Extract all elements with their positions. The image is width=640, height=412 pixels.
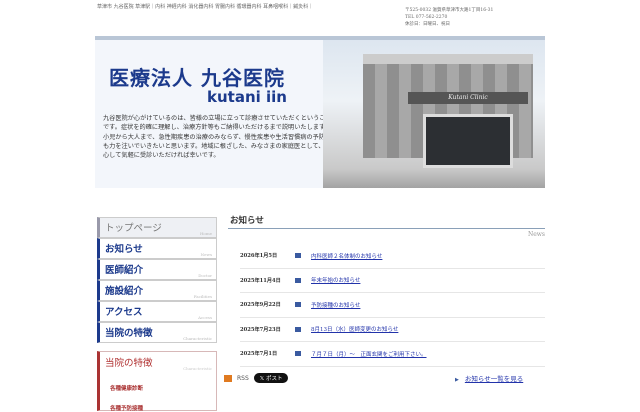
feature-link-checkup[interactable]: 各種健康診断 [110,384,143,392]
banner: 医療法人 九谷医院 kutani iin 九谷医院が心がけているのは、皆様の立場… [95,36,545,188]
news-link[interactable]: ７月７日（月）～ 正面玄関をご利用下さい。 [311,350,427,358]
news-more-label: お知らせ一覧を見る [464,375,524,383]
clinic-info: 〒525-0032 滋賀県草津市大路1丁目16-31 TEL 077-562-2… [405,7,493,28]
nav-sublabel: Home [199,231,212,236]
news-date: 2026年1月5日 [240,253,278,260]
nav-facilities[interactable]: 施設紹介 Facilities [97,280,217,301]
nav-sublabel: Doctor [198,273,212,278]
nav-sublabel: News [200,252,212,257]
news-item: 2025年11月4日 年末年始のお知らせ [240,269,545,293]
news-item: 2025年9月22日 予防接種のお知らせ [240,293,545,318]
news-more-link[interactable]: ▶ お知らせ一覧を見る [455,373,523,383]
nav-news[interactable]: お知らせ News [97,238,217,259]
nav-sublabel: Facilities [193,294,212,299]
news-subheading: News [527,231,545,238]
nav-label: アクセス [105,307,143,318]
nav-label: 医師紹介 [105,265,144,276]
news-section: お知らせ News 2026年1月5日 内科医師２名体制のお知らせ 2025年11… [228,214,545,367]
news-item: 2026年1月5日 内科医師２名体制のお知らせ [240,244,545,269]
nav-access[interactable]: アクセス Access [97,301,217,322]
news-item: 2025年7月23日 8月13日（水）医師変更のお知らせ [240,318,545,342]
nav-home[interactable]: トップページ Home [97,217,217,238]
nav-sublabel: Characteristic [183,336,212,341]
logo-title[interactable]: 医療法人 九谷医院 [109,62,285,91]
clinic-photo: Kutani Clinic [323,40,545,188]
entrance-image [423,114,513,168]
nav-doctor[interactable]: 医師紹介 Doctor [97,259,217,280]
nav-label: 施設紹介 [105,286,144,297]
nav-sublabel: Access [198,315,212,320]
news-date: 2025年7月23日 [240,326,281,333]
address: 〒525-0032 滋賀県草津市大路1丁目16-31 [405,8,494,13]
news-icon [295,277,301,283]
share-row: RSS 𝕏 ポスト [224,373,289,383]
news-icon [295,253,301,259]
news-link[interactable]: 予防接種のお知らせ [311,301,360,309]
nav-label: 当院の特徴 [105,328,153,339]
header-links: 草津市 九谷医院 草津駅｜内科 神経内科 消化器内科 胃腸内科 循環器内科 耳鼻… [97,4,314,10]
nav-label: トップページ [105,223,162,234]
feature-title[interactable]: 当院の特徴 [105,355,153,369]
news-date: 2025年7月1日 [240,351,278,358]
nav-label: お知らせ [105,244,143,255]
news-icon [295,302,301,308]
closed-days: 休診日：日曜日、祝日 [405,22,450,27]
news-icon [295,351,301,357]
news-icon [295,326,301,332]
rss-icon[interactable] [224,374,232,382]
triangle-right-icon: ▶ [455,377,459,383]
tel: TEL 077-562-2270 [405,15,448,20]
rss-link[interactable]: RSS [237,375,249,382]
intro-text: 九谷医院が心がけているのは、皆様の立場に立って診療させていただくということです。… [103,115,332,160]
feature-menu: 当院の特徴 Characteristic 各種健康診断 各種予防接種 [97,351,217,412]
news-item: 2025年7月1日 ７月７日（月）～ 正面玄関をご利用下さい。 [240,342,545,367]
news-link[interactable]: 年末年始のお知らせ [311,276,360,284]
news-link[interactable]: 8月13日（水）医師変更のお知らせ [311,325,398,333]
news-heading: お知らせ [228,214,545,229]
news-link[interactable]: 内科医師２名体制のお知らせ [311,252,382,260]
nav-characteristic[interactable]: 当院の特徴 Characteristic [97,322,217,343]
news-date: 2025年9月22日 [240,302,281,309]
news-date: 2025年11月4日 [240,277,281,284]
feature-subtitle: Characteristic [183,366,212,371]
clinic-sign: Kutani Clinic [408,92,528,104]
building-image: Kutani Clinic [363,54,533,168]
x-post-button[interactable]: 𝕏 ポスト [253,373,289,383]
logo-subtitle: kutani iin [207,88,287,106]
feature-link-vaccination[interactable]: 各種予防接種 [110,404,143,412]
sidebar: トップページ Home お知らせ News 医師紹介 Doctor 施設紹介 Facil… [97,217,217,412]
